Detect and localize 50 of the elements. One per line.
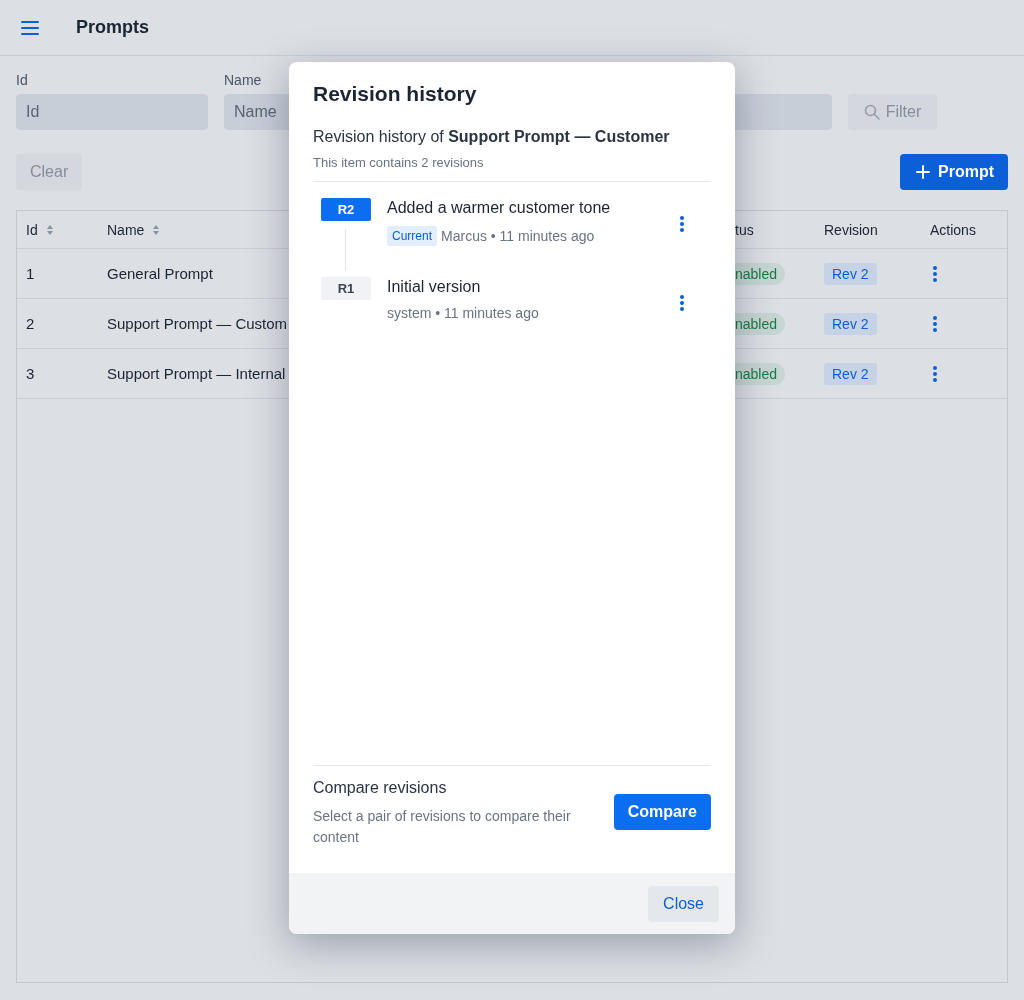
compare-button[interactable]: Compare xyxy=(613,794,711,830)
revision-badge: Rev 2 xyxy=(824,262,877,285)
column-label[interactable]: Id xyxy=(26,221,38,238)
revision-meta: Marcus • 11 minutes ago xyxy=(441,228,595,244)
field-label: Name xyxy=(224,72,263,88)
sort-icon xyxy=(152,223,161,236)
revision-count: This item contains 2 revisions xyxy=(313,155,711,182)
more-icon[interactable] xyxy=(933,365,937,382)
field-label: Id xyxy=(16,72,29,88)
current-tag: Current xyxy=(387,226,437,246)
revision-badge: R2 xyxy=(321,198,371,221)
input-field[interactable] xyxy=(735,94,832,130)
column-label[interactable]: Name xyxy=(107,221,145,238)
table-cell: 3 xyxy=(26,365,35,382)
status-badge: nabled xyxy=(735,262,786,285)
more-icon[interactable] xyxy=(933,265,937,282)
more-icon[interactable] xyxy=(680,216,684,232)
revision-meta: system • 11 minutes ago xyxy=(387,305,539,321)
revision-badge: Rev 2 xyxy=(824,312,877,335)
revision-badge: R1 xyxy=(321,277,371,300)
revision-title: Initial version xyxy=(387,278,482,296)
more-icon[interactable] xyxy=(933,315,937,332)
column-header: tus xyxy=(735,221,754,238)
input-field[interactable]: Name xyxy=(224,94,289,130)
table-cell: General Prompt xyxy=(107,265,213,282)
page-title: Prompts xyxy=(76,17,149,38)
search-icon xyxy=(863,104,880,120)
sortable-column-header[interactable]: Id xyxy=(26,221,54,238)
column-header: Revision xyxy=(824,221,878,238)
column-header: Actions xyxy=(930,221,976,238)
table-cell: 1 xyxy=(26,265,35,282)
more-icon[interactable] xyxy=(680,295,684,311)
dialog-title: Revision history xyxy=(313,82,478,106)
section-description: Select a pair of revisions to compare their content xyxy=(313,807,572,847)
status-badge: nabled xyxy=(735,362,786,385)
sort-icon xyxy=(45,223,54,236)
sortable-column-header[interactable]: Name xyxy=(107,221,161,238)
input-field[interactable]: Id xyxy=(16,94,208,130)
status-badge: nabled xyxy=(735,312,786,335)
table-cell: Support Prompt — Custom xyxy=(107,315,288,332)
close-button[interactable]: Close xyxy=(648,885,719,922)
revision-badge: Rev 2 xyxy=(824,362,877,385)
table-cell: 2 xyxy=(26,315,35,332)
dialog-subtitle: Revision history of Support Prompt — Customer xyxy=(313,128,671,146)
new-prompt-button[interactable]: Prompt xyxy=(900,154,1008,190)
revision-title: Added a warmer customer tone xyxy=(387,199,612,217)
menu-icon[interactable] xyxy=(21,20,39,35)
table-cell: Support Prompt — Internal xyxy=(107,365,286,382)
section-title: Compare revisions xyxy=(313,779,448,797)
plus-icon xyxy=(916,165,930,179)
